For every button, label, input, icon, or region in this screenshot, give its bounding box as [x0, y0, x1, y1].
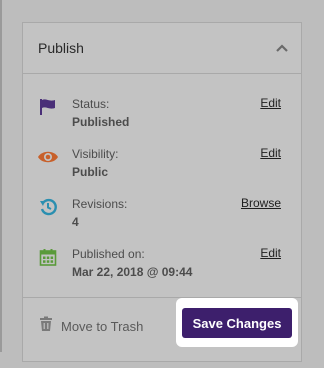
- save-changes-button[interactable]: Save Changes: [182, 308, 292, 338]
- move-to-trash-button[interactable]: Move to Trash: [39, 316, 143, 337]
- panel-header[interactable]: Publish: [23, 23, 301, 74]
- revisions-row: Revisions: 4 Browse: [23, 194, 301, 244]
- history-icon: [37, 198, 59, 216]
- revisions-value: 4: [72, 215, 79, 229]
- revisions-browse-link[interactable]: Browse: [241, 196, 281, 210]
- status-row: Status: Published Edit: [23, 94, 301, 144]
- move-to-trash-label: Move to Trash: [61, 319, 144, 334]
- eye-icon: [37, 148, 59, 166]
- status-value: Published: [72, 115, 130, 129]
- published-on-row: Published on: Mar 22, 2018 @ 09:44 Edit: [23, 244, 301, 294]
- panel-footer: Move to Trash Save Changes: [23, 297, 301, 368]
- calendar-icon: [37, 248, 59, 266]
- published-on-value: Mar 22, 2018 @ 09:44: [72, 265, 193, 279]
- visibility-row: Visibility: Public Edit: [23, 144, 301, 194]
- trash-icon: [39, 316, 53, 337]
- publish-panel: Publish Status: Published Edit Visibilit…: [22, 22, 302, 362]
- visibility-value: Public: [72, 165, 109, 179]
- status-label: Status:: [72, 97, 110, 111]
- visibility-label: Visibility:: [72, 147, 119, 161]
- panel-title: Publish: [38, 40, 84, 56]
- revisions-label: Revisions:: [72, 197, 128, 211]
- published-on-label: Published on:: [72, 247, 145, 261]
- published-on-edit-link[interactable]: Edit: [260, 246, 281, 260]
- chevron-up-icon[interactable]: [275, 41, 289, 55]
- visibility-edit-link[interactable]: Edit: [260, 146, 281, 160]
- page-left-border: [0, 0, 2, 352]
- panel-body: Status: Published Edit Visibility: Publi…: [23, 74, 301, 294]
- status-edit-link[interactable]: Edit: [260, 96, 281, 110]
- flag-icon: [37, 98, 59, 116]
